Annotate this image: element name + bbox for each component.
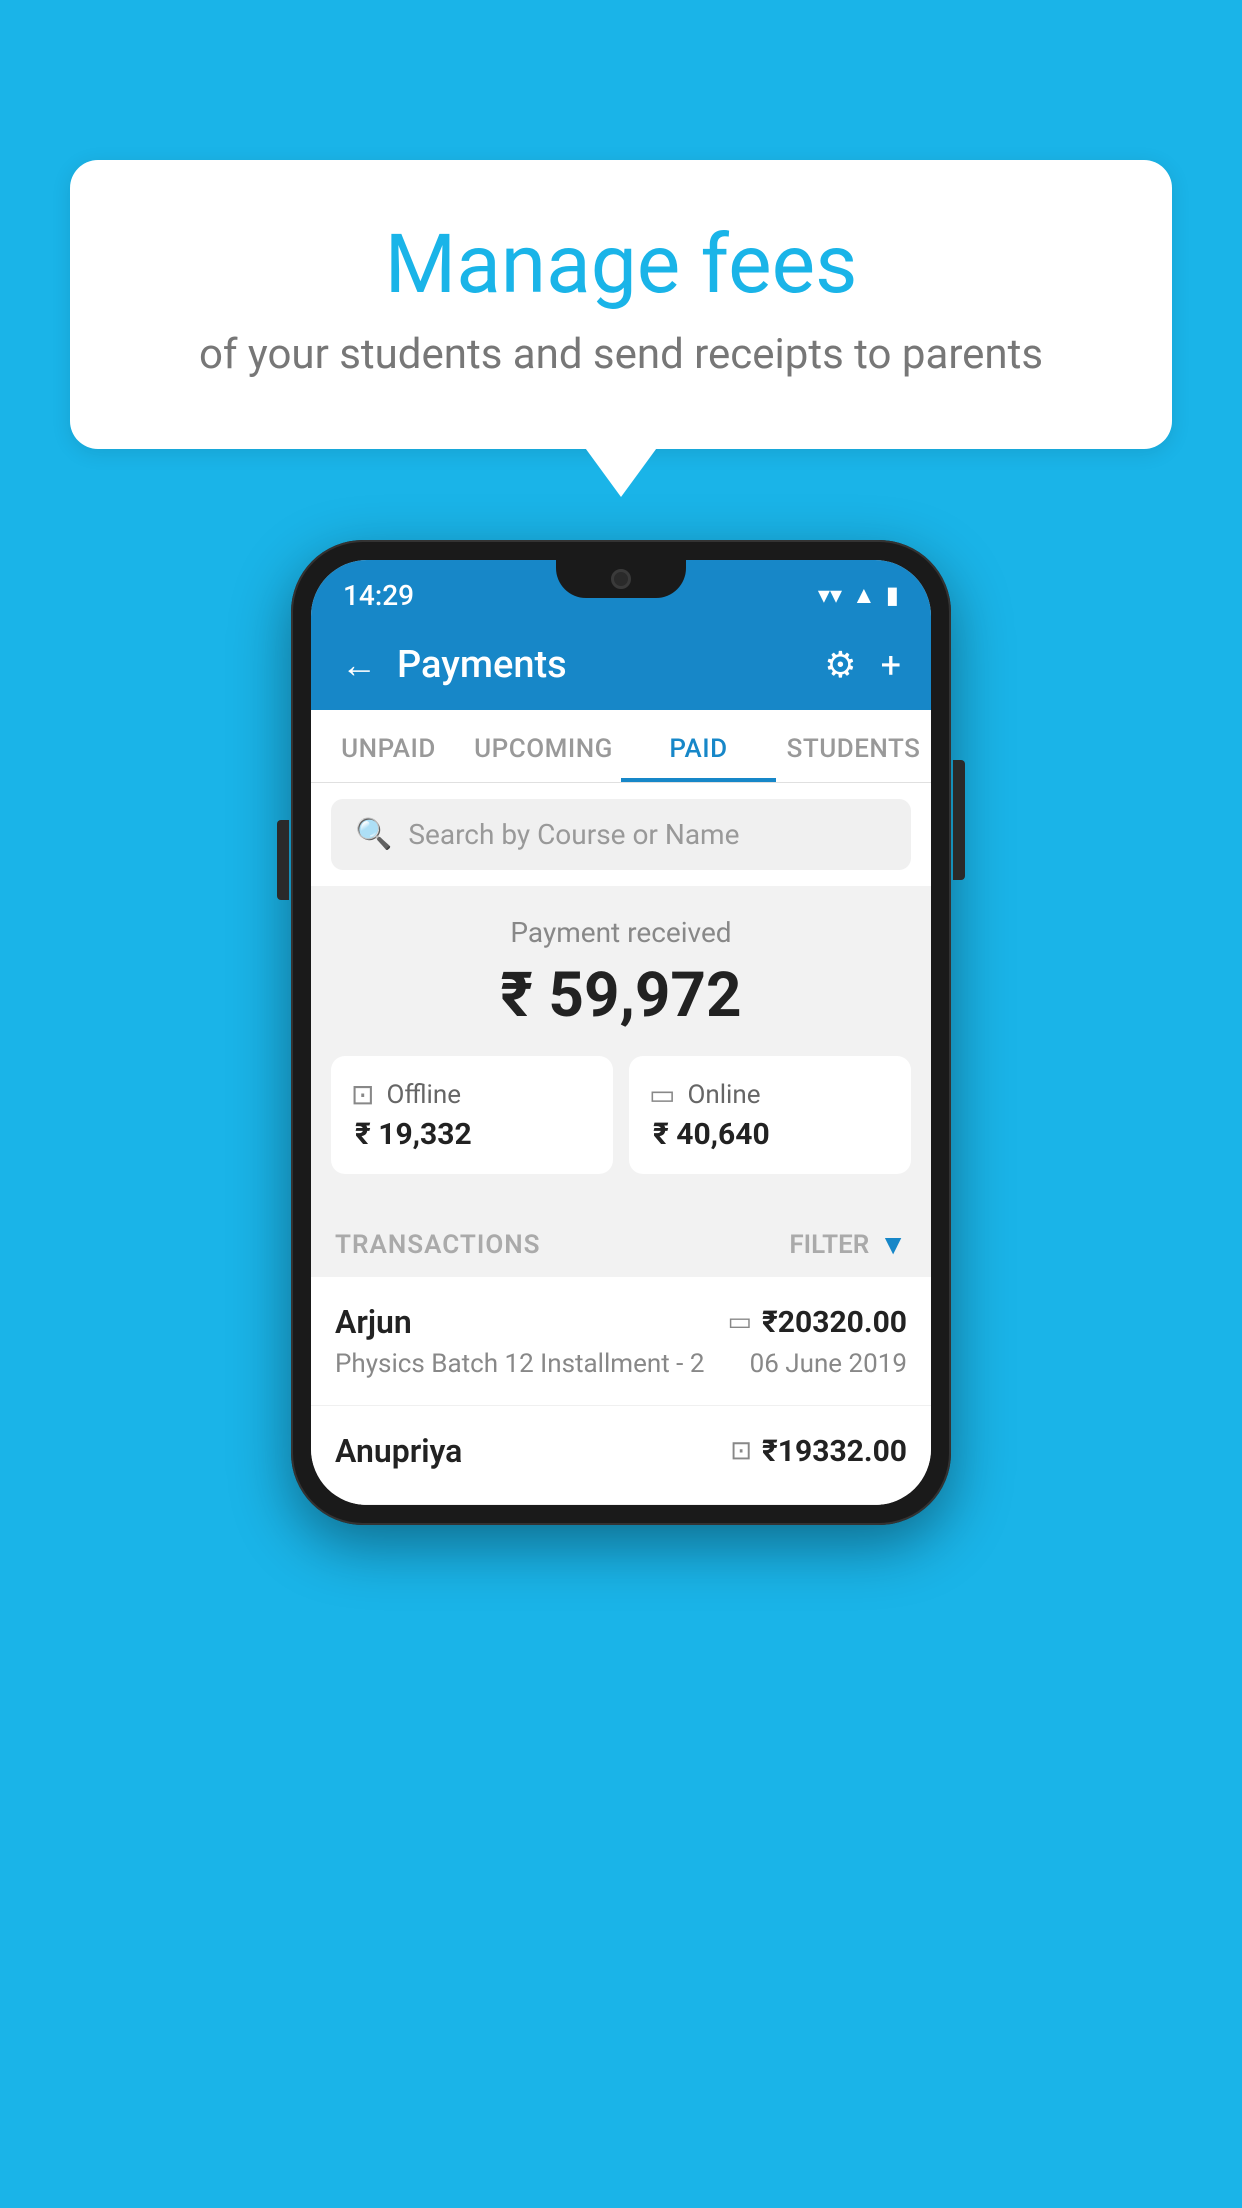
filter-icon: ▼ [879, 1228, 907, 1261]
payment-summary: Payment received ₹ 59,972 ⊡ Offline ₹ 19… [311, 886, 931, 1204]
transaction-amount: ₹20320.00 [762, 1305, 907, 1340]
online-card-top: ▭ Online [649, 1078, 761, 1111]
status-time: 14:29 [343, 579, 414, 612]
transaction-bottom: Physics Batch 12 Installment - 2 06 June… [335, 1349, 907, 1379]
transaction-name: Anupriya [335, 1432, 462, 1470]
status-icons: ▾▾ ▲ ▮ [818, 581, 899, 610]
battery-icon: ▮ [886, 581, 899, 609]
camera [611, 569, 631, 589]
phone-wrapper: 14:29 ▾▾ ▲ ▮ ← Payments ⚙ + [291, 540, 951, 1525]
offline-card-top: ⊡ Offline [351, 1078, 461, 1111]
search-placeholder: Search by Course or Name [408, 818, 739, 851]
wifi-icon: ▾▾ [818, 581, 842, 609]
notch [556, 560, 686, 598]
transaction-top: Arjun ▭ ₹20320.00 [335, 1303, 907, 1341]
online-amount: ₹ 40,640 [649, 1117, 770, 1152]
transactions-label: TRANSACTIONS [335, 1230, 541, 1260]
transaction-amount: ₹19332.00 [762, 1434, 907, 1469]
bubble-subtitle: of your students and send receipts to pa… [120, 330, 1122, 379]
payment-label: Payment received [331, 916, 911, 949]
transactions-header: TRANSACTIONS FILTER ▼ [311, 1204, 931, 1277]
transaction-name: Arjun [335, 1303, 412, 1341]
offline-label: Offline [386, 1080, 461, 1110]
add-button[interactable]: + [881, 644, 901, 686]
header-right: ⚙ + [824, 644, 901, 686]
header-left: ← Payments [341, 643, 567, 687]
payment-amount: ₹ 59,972 [331, 959, 911, 1032]
back-button[interactable]: ← [341, 647, 377, 683]
online-icon: ▭ [649, 1078, 675, 1111]
transaction-date: 06 June 2019 [750, 1349, 907, 1379]
phone-outer: 14:29 ▾▾ ▲ ▮ ← Payments ⚙ + [291, 540, 951, 1525]
search-bar[interactable]: 🔍 Search by Course or Name [331, 799, 911, 870]
search-icon: 🔍 [355, 817, 392, 852]
transactions-list: Arjun ▭ ₹20320.00 Physics Batch 12 Insta… [311, 1277, 931, 1505]
transaction-course: Physics Batch 12 Installment - 2 [335, 1349, 704, 1379]
card-payment-icon: ▭ [727, 1307, 752, 1337]
offline-card: ⊡ Offline ₹ 19,332 [331, 1056, 613, 1174]
tab-paid[interactable]: PAID [621, 710, 776, 782]
offline-payment-icon: ⊡ [730, 1436, 752, 1466]
search-container: 🔍 Search by Course or Name [311, 783, 931, 886]
settings-icon[interactable]: ⚙ [824, 644, 856, 686]
payment-cards: ⊡ Offline ₹ 19,332 ▭ Online ₹ 40,640 [331, 1056, 911, 1174]
online-card: ▭ Online ₹ 40,640 [629, 1056, 911, 1174]
bubble-title: Manage fees [120, 220, 1122, 310]
tab-students[interactable]: STUDENTS [776, 710, 931, 782]
online-label: Online [687, 1080, 760, 1110]
phone-screen: 14:29 ▾▾ ▲ ▮ ← Payments ⚙ + [311, 560, 931, 1505]
tabs: UNPAID UPCOMING PAID STUDENTS [311, 710, 931, 783]
offline-icon: ⊡ [351, 1078, 374, 1111]
table-row[interactable]: Anupriya ⊡ ₹19332.00 [311, 1406, 931, 1505]
tab-upcoming[interactable]: UPCOMING [466, 710, 621, 782]
signal-icon: ▲ [852, 581, 876, 610]
transaction-top: Anupriya ⊡ ₹19332.00 [335, 1432, 907, 1470]
table-row[interactable]: Arjun ▭ ₹20320.00 Physics Batch 12 Insta… [311, 1277, 931, 1406]
transaction-amount-wrap: ▭ ₹20320.00 [727, 1305, 907, 1340]
offline-amount: ₹ 19,332 [351, 1117, 472, 1152]
filter-label: FILTER [789, 1230, 869, 1260]
filter-button[interactable]: FILTER ▼ [789, 1228, 907, 1261]
transaction-amount-wrap: ⊡ ₹19332.00 [730, 1434, 907, 1469]
page-title: Payments [397, 643, 567, 687]
app-header: ← Payments ⚙ + [311, 620, 931, 710]
speech-bubble: Manage fees of your students and send re… [70, 160, 1172, 449]
tab-unpaid[interactable]: UNPAID [311, 710, 466, 782]
